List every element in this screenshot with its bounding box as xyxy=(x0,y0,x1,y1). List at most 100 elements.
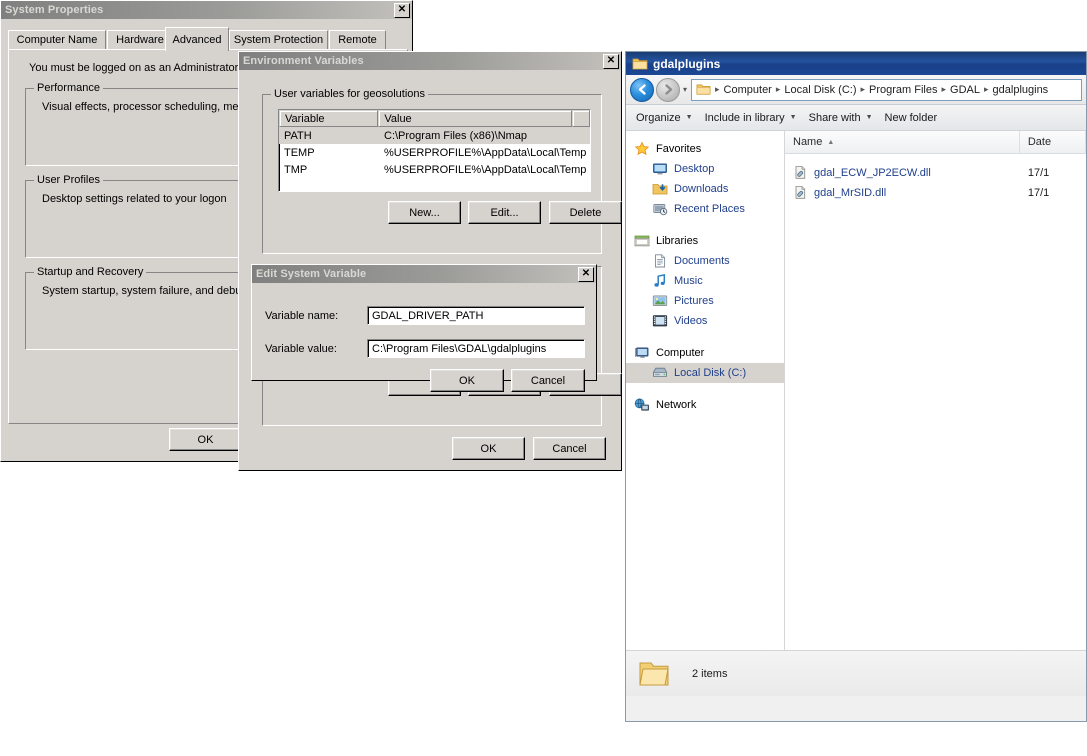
sidebar-group-network[interactable]: Network xyxy=(626,395,784,415)
sidebar-group-label: Favorites xyxy=(656,143,702,155)
file-name: gdal_MrSID.dll xyxy=(814,187,887,199)
chevron-down-icon: ▼ xyxy=(685,114,693,121)
startup-recovery-group-label: Startup and Recovery xyxy=(34,266,147,278)
sidebar-item-desktop[interactable]: Desktop xyxy=(626,159,784,179)
variable-name: PATH xyxy=(284,129,312,142)
sidebar-item-music[interactable]: Music xyxy=(626,271,784,291)
variable-value: C:\Program Files (x86)\Nmap xyxy=(384,129,528,142)
sidebar-group-libraries[interactable]: Libraries xyxy=(626,231,784,251)
listview-header: Variable Value xyxy=(279,110,590,127)
explorer-toolbar: Organize ▼ Include in library ▼ Share wi… xyxy=(626,105,1086,131)
performance-description: Visual effects, processor scheduling, me… xyxy=(42,101,258,113)
sidebar-item-pictures[interactable]: Pictures xyxy=(626,291,784,311)
dll-file-icon xyxy=(793,165,809,181)
sidebar-item-local-disk-c[interactable]: Local Disk (C:) xyxy=(626,363,784,383)
table-row[interactable]: PATH C:\Program Files (x86)\Nmap xyxy=(279,127,590,144)
column-value[interactable]: Value xyxy=(378,110,573,127)
tab-system-protection[interactable]: System Protection xyxy=(229,30,328,50)
performance-group-label: Performance xyxy=(34,82,103,94)
file-row[interactable]: gdal_ECW_JP2ECW.dll 17/1 xyxy=(785,163,1086,183)
close-icon[interactable]: ✕ xyxy=(394,2,410,18)
explorer-titlebar[interactable]: gdalplugins xyxy=(626,52,1086,75)
variable-value: %USERPROFILE%\AppData\Local\Temp xyxy=(384,163,587,176)
tab-computer-name[interactable]: Computer Name xyxy=(8,30,106,50)
sidebar-group-label: Libraries xyxy=(656,235,699,247)
sidebar-group-computer[interactable]: Computer xyxy=(626,343,784,363)
dll-file-icon xyxy=(793,185,809,201)
videos-icon xyxy=(652,313,668,329)
user-profiles-description: Desktop settings related to your logon xyxy=(42,193,227,205)
tab-hardware[interactable]: Hardware xyxy=(107,30,173,50)
sidebar-item-label: Music xyxy=(674,275,703,287)
file-name-cell: gdal_ECW_JP2ECW.dll xyxy=(785,165,1020,181)
delete-user-variable-button[interactable]: Delete xyxy=(549,201,622,224)
address-bar[interactable]: ▸ Computer ▸ Local Disk (C:) ▸ Program F… xyxy=(691,78,1082,101)
breadcrumb-separator: ▸ xyxy=(941,84,947,94)
chevron-down-icon: ▼ xyxy=(865,114,873,121)
breadcrumb-gdalplugins[interactable]: gdalplugins xyxy=(992,84,1050,96)
file-row[interactable]: gdal_MrSID.dll 17/1 xyxy=(785,183,1086,203)
folder-icon xyxy=(696,82,712,98)
new-folder-button[interactable]: New folder xyxy=(883,112,948,124)
system-properties-tabstrip: Computer Name Hardware Advanced System P… xyxy=(8,27,408,51)
sidebar-group-label: Network xyxy=(656,399,697,411)
tab-remote[interactable]: Remote xyxy=(329,30,386,50)
share-with-button[interactable]: Share with ▼ xyxy=(807,112,883,124)
system-properties-titlebar[interactable]: System Properties ✕ xyxy=(1,1,412,19)
sidebar-item-videos[interactable]: Videos xyxy=(626,311,784,331)
recent-pages-chevron-down-icon[interactable]: ▾ xyxy=(683,85,687,94)
user-variables-listview[interactable]: Variable Value PATH C:\Program Files (x8… xyxy=(278,109,591,192)
file-date: 17/1 xyxy=(1027,187,1050,199)
edit-variable-cancel-button[interactable]: Cancel xyxy=(511,369,585,392)
environment-variables-title: Environment Variables xyxy=(243,55,364,67)
tab-advanced[interactable]: Advanced xyxy=(165,27,229,51)
variable-value: %USERPROFILE%\AppData\Local\Temp xyxy=(384,146,587,159)
edit-variable-ok-button[interactable]: OK xyxy=(430,369,504,392)
column-variable[interactable]: Variable xyxy=(279,110,379,127)
sidebar-item-recent-places[interactable]: Recent Places xyxy=(626,199,784,219)
edit-system-variable-title: Edit System Variable xyxy=(256,268,367,280)
column-header-name[interactable]: Name ▲ xyxy=(785,131,1020,153)
new-user-variable-button[interactable]: New... xyxy=(388,201,461,224)
computer-icon xyxy=(634,345,650,361)
user-profiles-group-label: User Profiles xyxy=(34,174,103,186)
edit-system-variable-titlebar[interactable]: Edit System Variable ✕ xyxy=(252,265,596,283)
back-icon[interactable] xyxy=(630,77,654,102)
table-row[interactable]: TEMP %USERPROFILE%\AppData\Local\Temp xyxy=(279,144,590,161)
breadcrumb-separator: ▸ xyxy=(984,84,989,94)
sidebar-group-favorites[interactable]: Favorites xyxy=(626,139,784,159)
variable-name-input[interactable]: GDAL_DRIVER_PATH xyxy=(367,306,585,325)
breadcrumb-separator: ▸ xyxy=(775,84,781,94)
sidebar-item-downloads[interactable]: Downloads xyxy=(626,179,784,199)
breadcrumb-program-files[interactable]: Program Files xyxy=(868,84,938,96)
close-icon[interactable]: ✕ xyxy=(603,53,619,69)
item-count-label: 2 items xyxy=(692,667,728,680)
environment-variables-ok-button[interactable]: OK xyxy=(452,437,525,460)
table-row[interactable]: TMP %USERPROFILE%\AppData\Local\Temp xyxy=(279,161,590,178)
sidebar-item-documents[interactable]: Documents xyxy=(626,251,784,271)
explorer-file-list: Name ▲ Date gdal_ECW_JP2ECW.dll 17/1 gda… xyxy=(785,131,1086,650)
file-list-header: Name ▲ Date xyxy=(785,131,1086,154)
edit-system-variable-window: Edit System Variable ✕ Variable name: GD… xyxy=(251,264,597,392)
edit-user-variable-button[interactable]: Edit... xyxy=(468,201,541,224)
breadcrumb-local-disk[interactable]: Local Disk (C:) xyxy=(783,84,857,96)
include-in-library-button[interactable]: Include in library ▼ xyxy=(703,112,807,124)
breadcrumb-computer[interactable]: Computer xyxy=(723,84,773,96)
file-date: 17/1 xyxy=(1027,167,1050,179)
variable-value-input[interactable]: C:\Program Files\GDAL\gdalplugins xyxy=(367,339,585,358)
environment-variables-titlebar[interactable]: Environment Variables ✕ xyxy=(239,52,621,70)
file-name: gdal_ECW_JP2ECW.dll xyxy=(814,167,931,179)
system-properties-ok-button[interactable]: OK xyxy=(169,428,242,451)
sidebar-group-label: Computer xyxy=(656,347,705,359)
close-icon[interactable]: ✕ xyxy=(578,266,594,282)
organize-button[interactable]: Organize ▼ xyxy=(634,112,703,124)
explorer-navigation-bar: ▾ ▸ Computer ▸ Local Disk (C:) ▸ Program… xyxy=(626,75,1086,105)
sidebar-item-label: Videos xyxy=(674,315,708,327)
forward-icon[interactable] xyxy=(656,77,680,102)
column-header-date[interactable]: Date xyxy=(1020,131,1086,153)
column-spacer xyxy=(572,110,590,127)
variable-name: TEMP xyxy=(284,146,315,159)
breadcrumb-gdal[interactable]: GDAL xyxy=(949,84,981,96)
sidebar-item-label: Pictures xyxy=(674,295,714,307)
environment-variables-cancel-button[interactable]: Cancel xyxy=(533,437,606,460)
